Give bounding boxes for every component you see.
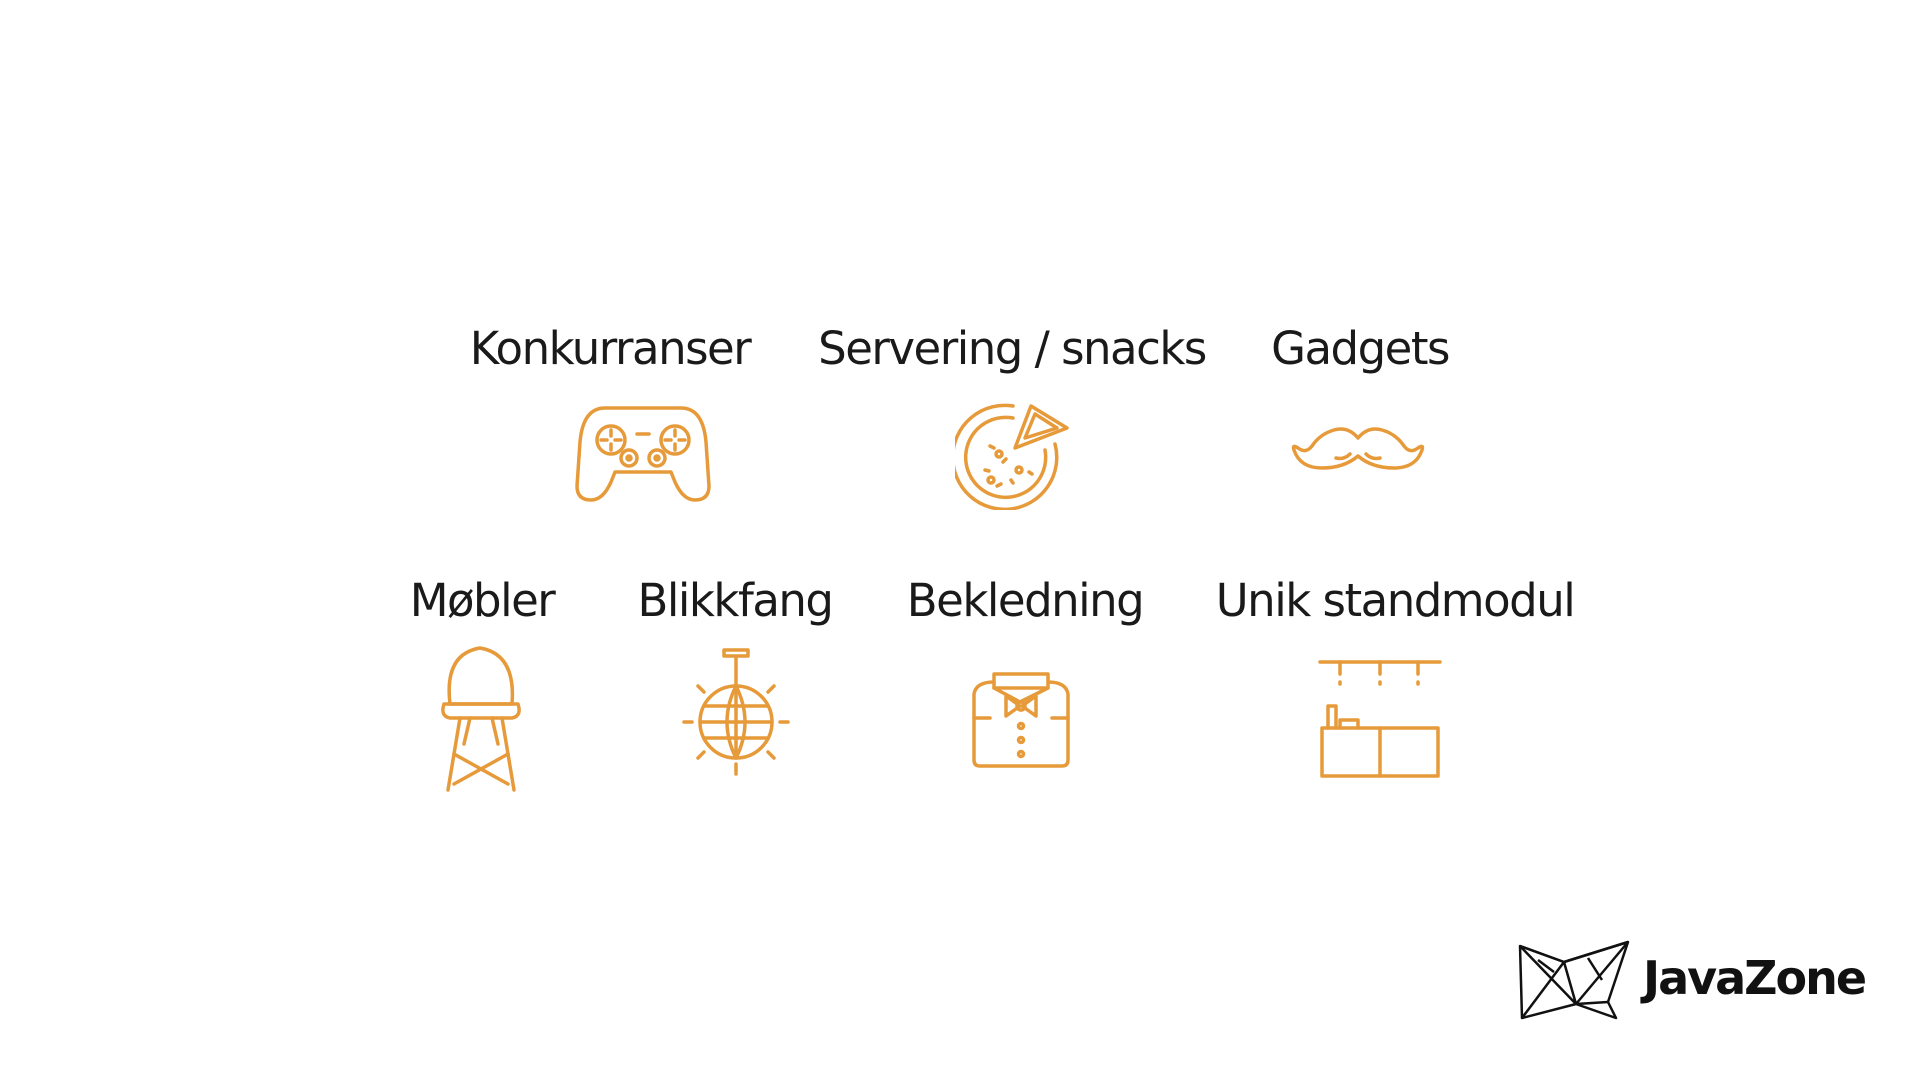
disco-ball-icon [680, 646, 792, 776]
category-label-konkurranser: Konkurranser [469, 322, 752, 375]
category-label-mobler: Møbler [409, 574, 556, 627]
shirt-bowtie-icon [970, 668, 1072, 768]
game-controller-icon [575, 402, 711, 504]
javazone-logo: JavaZone [1518, 940, 1867, 1020]
category-label-servering: Servering / snacks [818, 322, 1207, 375]
mustache-icon [1290, 424, 1426, 472]
javazone-logo-icon [1518, 940, 1630, 1020]
stand-module-icon [1318, 658, 1442, 780]
category-label-blikkfang: Blikkfang [637, 574, 835, 627]
category-label-unik-standmodul: Unik standmodul [1215, 574, 1576, 627]
logo-text: JavaZone [1643, 951, 1867, 1005]
category-label-gadgets: Gadgets [1271, 322, 1450, 375]
chair-icon [436, 644, 526, 794]
category-label-bekledning: Bekledning [906, 574, 1145, 627]
pizza-icon [955, 398, 1073, 510]
